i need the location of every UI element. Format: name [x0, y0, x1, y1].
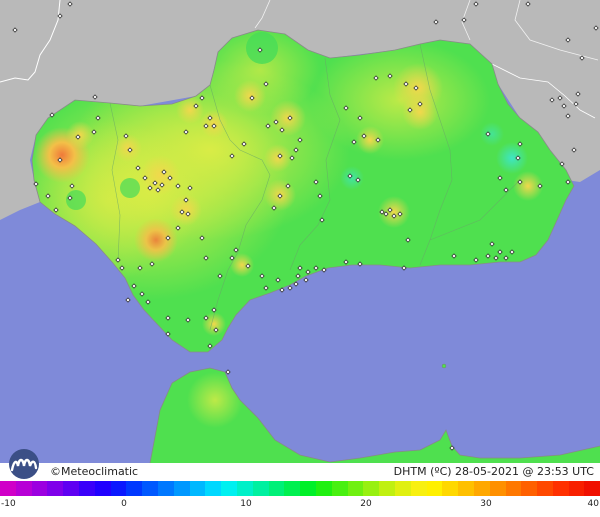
color-scale-segment	[363, 481, 380, 496]
color-scale-tick-label: -10	[1, 499, 16, 509]
temperature-map[interactable]	[0, 0, 600, 463]
color-scale-bar	[0, 481, 600, 496]
color-scale-segment	[552, 481, 569, 496]
color-scale-ticks: -10 0 10 20 30 40	[0, 497, 600, 515]
copyright-symbol: ©	[50, 465, 61, 478]
color-scale-segment	[442, 481, 459, 496]
color-scale-segment	[379, 481, 395, 496]
color-scale-segment	[252, 481, 269, 496]
color-scale-segment	[142, 481, 158, 496]
color-scale-segment	[47, 481, 64, 496]
color-scale-segment	[205, 481, 222, 496]
color-scale-segment	[15, 481, 32, 496]
color-scale-segment	[221, 481, 237, 496]
color-scale-segment	[410, 481, 427, 496]
color-scale-segment	[78, 481, 95, 496]
color-scale-segment	[94, 481, 111, 496]
color-scale-segment	[584, 481, 600, 496]
color-scale-segment	[189, 481, 206, 496]
color-scale-segment	[157, 481, 174, 496]
color-scale-segment	[0, 481, 16, 496]
color-scale-segment	[31, 481, 48, 496]
color-scale-segment	[315, 481, 332, 496]
color-scale-tick-label: 20	[360, 499, 372, 509]
color-scale-tick-label: 0	[121, 499, 127, 509]
color-scale-segment	[284, 481, 301, 496]
color-scale-segment	[236, 481, 253, 496]
color-scale-segment	[489, 481, 506, 496]
color-scale-segment	[537, 481, 553, 496]
color-scale-segment	[347, 481, 364, 496]
color-scale-segment	[521, 481, 538, 496]
color-scale-segment	[300, 481, 316, 496]
color-scale-segment	[426, 481, 443, 496]
map-metadata: DHTM (ºC) 28-05-2021 @ 23:53 UTC	[394, 465, 594, 479]
variable-label: DHTM (ºC)	[393, 465, 452, 478]
color-scale-segment	[505, 481, 522, 496]
alboran-island	[441, 363, 447, 369]
color-scale-segment	[63, 481, 79, 496]
map-frame: ©Meteoclimatic DHTM (ºC) 28-05-2021 @ 23…	[0, 0, 600, 517]
color-scale-segment	[458, 481, 474, 496]
at-sign: @	[522, 465, 534, 478]
color-scale-tick-label: 30	[480, 499, 492, 509]
brand-credit: ©Meteoclimatic	[50, 465, 138, 479]
color-scale-segment	[110, 481, 127, 496]
color-scale-segment	[331, 481, 348, 496]
date-text: 28-05-2021	[455, 465, 519, 478]
color-scale-tick-label: 40	[587, 499, 599, 509]
meteoclimatic-logo-icon	[9, 449, 39, 479]
color-scale-segment	[126, 481, 143, 496]
color-scale-tick-label: 10	[240, 499, 252, 509]
color-scale-segment	[268, 481, 285, 496]
color-scale-segment	[394, 481, 411, 496]
color-scale-segment	[473, 481, 490, 496]
time-text: 23:53 UTC	[536, 465, 594, 478]
color-scale-segment	[173, 481, 190, 496]
brand-name: Meteoclimatic	[61, 465, 139, 478]
color-scale-segment	[568, 481, 585, 496]
